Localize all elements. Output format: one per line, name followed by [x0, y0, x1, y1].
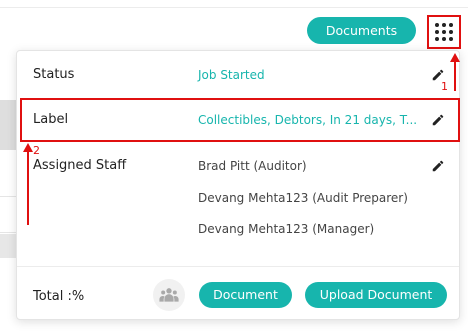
apps-menu-button[interactable] [427, 15, 461, 49]
document-button[interactable]: Document [199, 282, 292, 308]
upload-document-button[interactable]: Upload Document [305, 282, 447, 308]
page-divider [0, 7, 468, 8]
job-details-panel: Status Job Started Label Collectibles, D… [16, 50, 460, 320]
status-label: Status [33, 67, 75, 82]
documents-button[interactable]: Documents [307, 17, 416, 44]
assigned-staff-label: Assigned Staff [33, 158, 127, 173]
edit-staff-pencil-icon[interactable] [431, 159, 445, 173]
status-value[interactable]: Job Started [198, 68, 265, 82]
staff-member: Devang Mehta123 (Audit Preparer) [198, 191, 408, 205]
label-row-highlight [20, 98, 460, 142]
grid-dots-icon [435, 23, 453, 41]
staff-member: Devang Mehta123 (Manager) [198, 222, 375, 236]
annotation-number-2: 2 [33, 144, 40, 157]
team-avatar[interactable] [153, 279, 185, 311]
staff-member: Brad Pitt (Auditor) [198, 159, 307, 173]
annotation-arrow-icon [450, 53, 460, 91]
panel-divider [17, 266, 459, 267]
team-group-icon [159, 288, 179, 302]
total-label: Total :% [33, 289, 85, 304]
annotation-number-1: 1 [441, 80, 448, 93]
